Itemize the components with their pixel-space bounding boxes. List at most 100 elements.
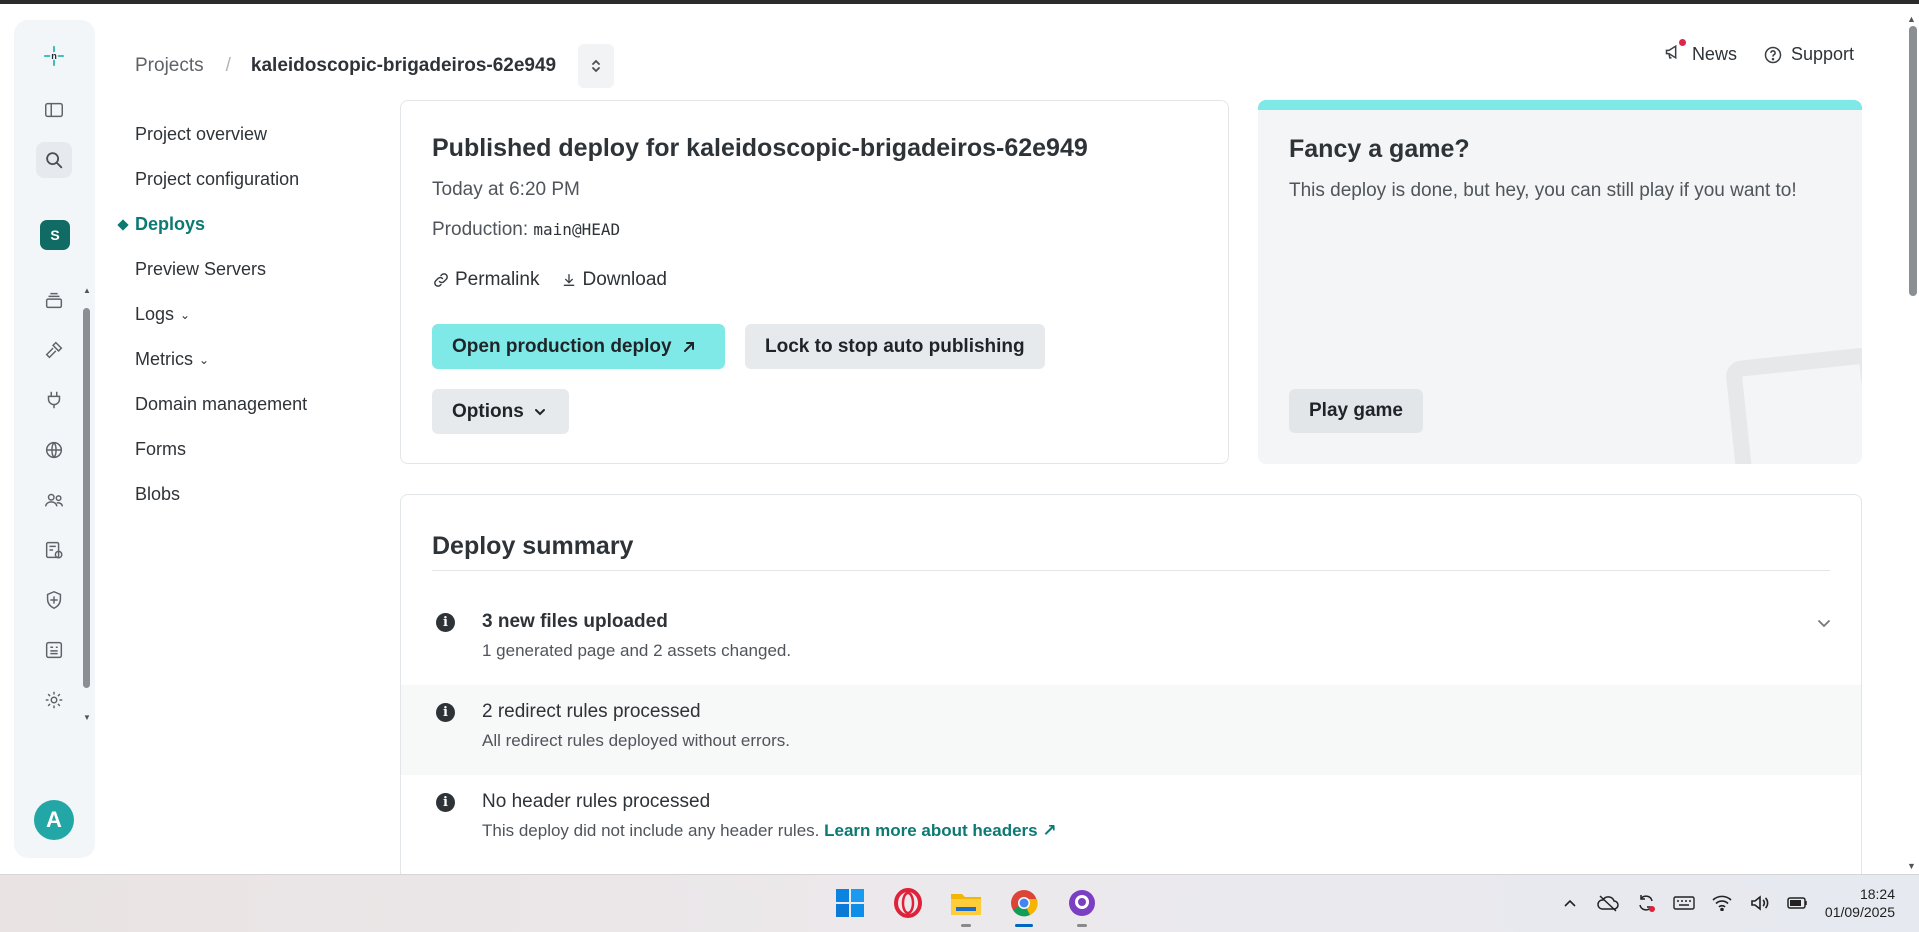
members-people-icon[interactable] <box>36 482 72 518</box>
published-deploy-card: Published deploy for kaleidoscopic-briga… <box>400 100 1229 464</box>
options-dropdown-button[interactable]: Options <box>432 389 569 434</box>
fancy-game-card: Fancy a game? This deploy is done, but h… <box>1258 100 1862 464</box>
news-button[interactable]: News <box>1664 39 1737 67</box>
summary-row-headers: i No header rules processed This deploy … <box>401 775 1861 865</box>
wifi-icon[interactable] <box>1711 892 1733 914</box>
nav-item-forms[interactable]: Forms <box>135 427 307 472</box>
chevron-down-icon <box>534 408 545 415</box>
team-initial: S <box>50 227 60 243</box>
info-icon: i <box>436 793 455 812</box>
nav-item-project-overview[interactable]: Project overview <box>135 112 307 157</box>
summary-row-subtitle-text: This deploy did not include any header r… <box>482 821 820 840</box>
github-desktop-icon[interactable] <box>1062 883 1102 927</box>
rail-scrollbar[interactable]: ▲ ▼ <box>83 286 91 722</box>
start-windows-icon[interactable] <box>830 883 870 923</box>
summary-row-files[interactable]: i 3 new files uploaded 1 generated page … <box>401 595 1861 685</box>
svg-text:n: n <box>51 51 57 61</box>
clock-date: 01/09/2025 <box>1824 904 1895 920</box>
project-nav: Project overview Project configuration D… <box>135 112 307 517</box>
sync-icon[interactable] <box>1635 892 1657 914</box>
breadcrumb-projects-link[interactable]: Projects <box>135 55 204 77</box>
rail-scrollbar-thumb[interactable] <box>83 308 90 688</box>
summary-row-title: 3 new files uploaded <box>482 611 668 632</box>
search-icon[interactable] <box>36 142 72 178</box>
learn-more-headers-label: Learn more about headers <box>824 821 1038 840</box>
running-indicator <box>961 924 971 927</box>
billing-card-icon[interactable] <box>36 632 72 668</box>
deploy-production: Production: main@HEAD <box>432 219 620 241</box>
learn-more-headers-link[interactable]: Learn more about headers ↗ <box>824 821 1057 840</box>
clock-time: 18:24 <box>1859 886 1895 902</box>
nav-item-logs[interactable]: Logs ⌄ <box>135 292 307 337</box>
deploy-time: Today at 6:20 PM <box>432 179 580 200</box>
os-taskbar: 18:24 01/09/2025 <box>0 874 1919 932</box>
opera-browser-icon[interactable] <box>888 883 928 923</box>
netlify-logo-icon[interactable]: n <box>36 38 72 74</box>
game-title: Fancy a game? <box>1289 135 1470 163</box>
nav-item-metrics[interactable]: Metrics ⌄ <box>135 337 307 382</box>
scroll-up-arrow-icon[interactable]: ▲ <box>83 286 91 295</box>
nav-item-blobs[interactable]: Blobs <box>135 472 307 517</box>
nav-item-metrics-label: Metrics <box>135 349 193 369</box>
chrome-browser-icon[interactable] <box>1004 883 1044 927</box>
cloud-offline-icon[interactable] <box>1597 892 1619 914</box>
help-circle-icon <box>1764 46 1782 63</box>
keyboard-icon[interactable] <box>1673 892 1695 914</box>
support-button[interactable]: Support <box>1763 44 1854 65</box>
extensions-plug-icon[interactable] <box>36 382 72 418</box>
info-icon: i <box>436 703 455 722</box>
system-clock[interactable]: 18:24 01/09/2025 <box>1825 885 1895 921</box>
builds-hammer-icon[interactable] <box>36 332 72 368</box>
settings-gear-icon[interactable] <box>36 682 72 718</box>
production-label: Production: <box>432 219 529 240</box>
file-explorer-icon[interactable] <box>946 883 986 927</box>
breadcrumb-separator: / <box>225 55 231 76</box>
battery-icon[interactable] <box>1787 892 1809 914</box>
summary-row-subtitle: 1 generated page and 2 assets changed. <box>482 641 792 660</box>
deploy-links: Permalink Download <box>432 269 667 291</box>
external-arrow-icon <box>683 341 694 352</box>
summary-row-subtitle: This deploy did not include any header r… <box>482 821 1057 841</box>
breadcrumb-current-project: kaleidoscopic-brigadeiros-62e949 <box>250 55 557 76</box>
nav-item-deploys[interactable]: Deploys <box>135 202 307 247</box>
summary-row-title: No header rules processed <box>482 791 711 812</box>
nav-item-domain-management[interactable]: Domain management <box>135 382 307 427</box>
scroll-down-arrow-icon[interactable]: ▼ <box>1907 861 1916 871</box>
user-avatar[interactable]: A <box>34 800 74 840</box>
scroll-up-arrow-icon[interactable]: ▲ <box>1907 14 1916 24</box>
permalink-link[interactable]: Permalink <box>432 269 539 291</box>
info-icon: i <box>436 613 455 632</box>
game-illustration-icon <box>1724 346 1862 464</box>
open-production-deploy-label: Open production deploy <box>452 335 672 357</box>
download-link[interactable]: Download <box>561 269 667 291</box>
chevron-up-icon[interactable] <box>1559 892 1581 914</box>
deploy-summary-card: Deploy summary i 3 new files uploaded 1 … <box>400 494 1862 914</box>
support-label: Support <box>1790 44 1854 64</box>
domains-globe-icon[interactable] <box>36 432 72 468</box>
team-badge[interactable]: S <box>40 220 70 250</box>
page-scrollbar[interactable]: ▲ ▼ <box>1905 14 1919 871</box>
external-arrow-icon: ↗ <box>1042 821 1057 840</box>
project-switcher-button[interactable] <box>578 44 615 88</box>
security-shield-icon[interactable] <box>36 582 72 618</box>
lock-auto-publishing-button[interactable]: Lock to stop auto publishing <box>745 324 1045 369</box>
sidebar-toggle-icon[interactable] <box>36 92 72 128</box>
page-scrollbar-thumb[interactable] <box>1909 26 1917 296</box>
summary-row-title: 2 redirect rules processed <box>482 701 701 722</box>
link-icon <box>434 273 448 287</box>
open-production-deploy-button[interactable]: Open production deploy <box>432 324 725 369</box>
volume-icon[interactable] <box>1749 892 1771 914</box>
scroll-down-arrow-icon[interactable]: ▼ <box>83 713 91 722</box>
audit-log-icon[interactable] <box>36 532 72 568</box>
accent-stripe <box>1258 100 1862 110</box>
expand-chevron-icon[interactable] <box>1817 615 1831 631</box>
projects-stack-icon[interactable] <box>36 282 72 318</box>
download-label: Download <box>582 269 667 290</box>
game-description: This deploy is done, but hey, you can st… <box>1289 180 1797 201</box>
nav-item-preview-servers[interactable]: Preview Servers <box>135 247 307 292</box>
system-tray: 18:24 01/09/2025 <box>1559 885 1895 921</box>
icon-rail: n S ▲ ▼ A <box>14 20 95 858</box>
play-game-button[interactable]: Play game <box>1289 389 1423 433</box>
nav-item-project-configuration[interactable]: Project configuration <box>135 157 307 202</box>
options-label: Options <box>452 400 524 422</box>
